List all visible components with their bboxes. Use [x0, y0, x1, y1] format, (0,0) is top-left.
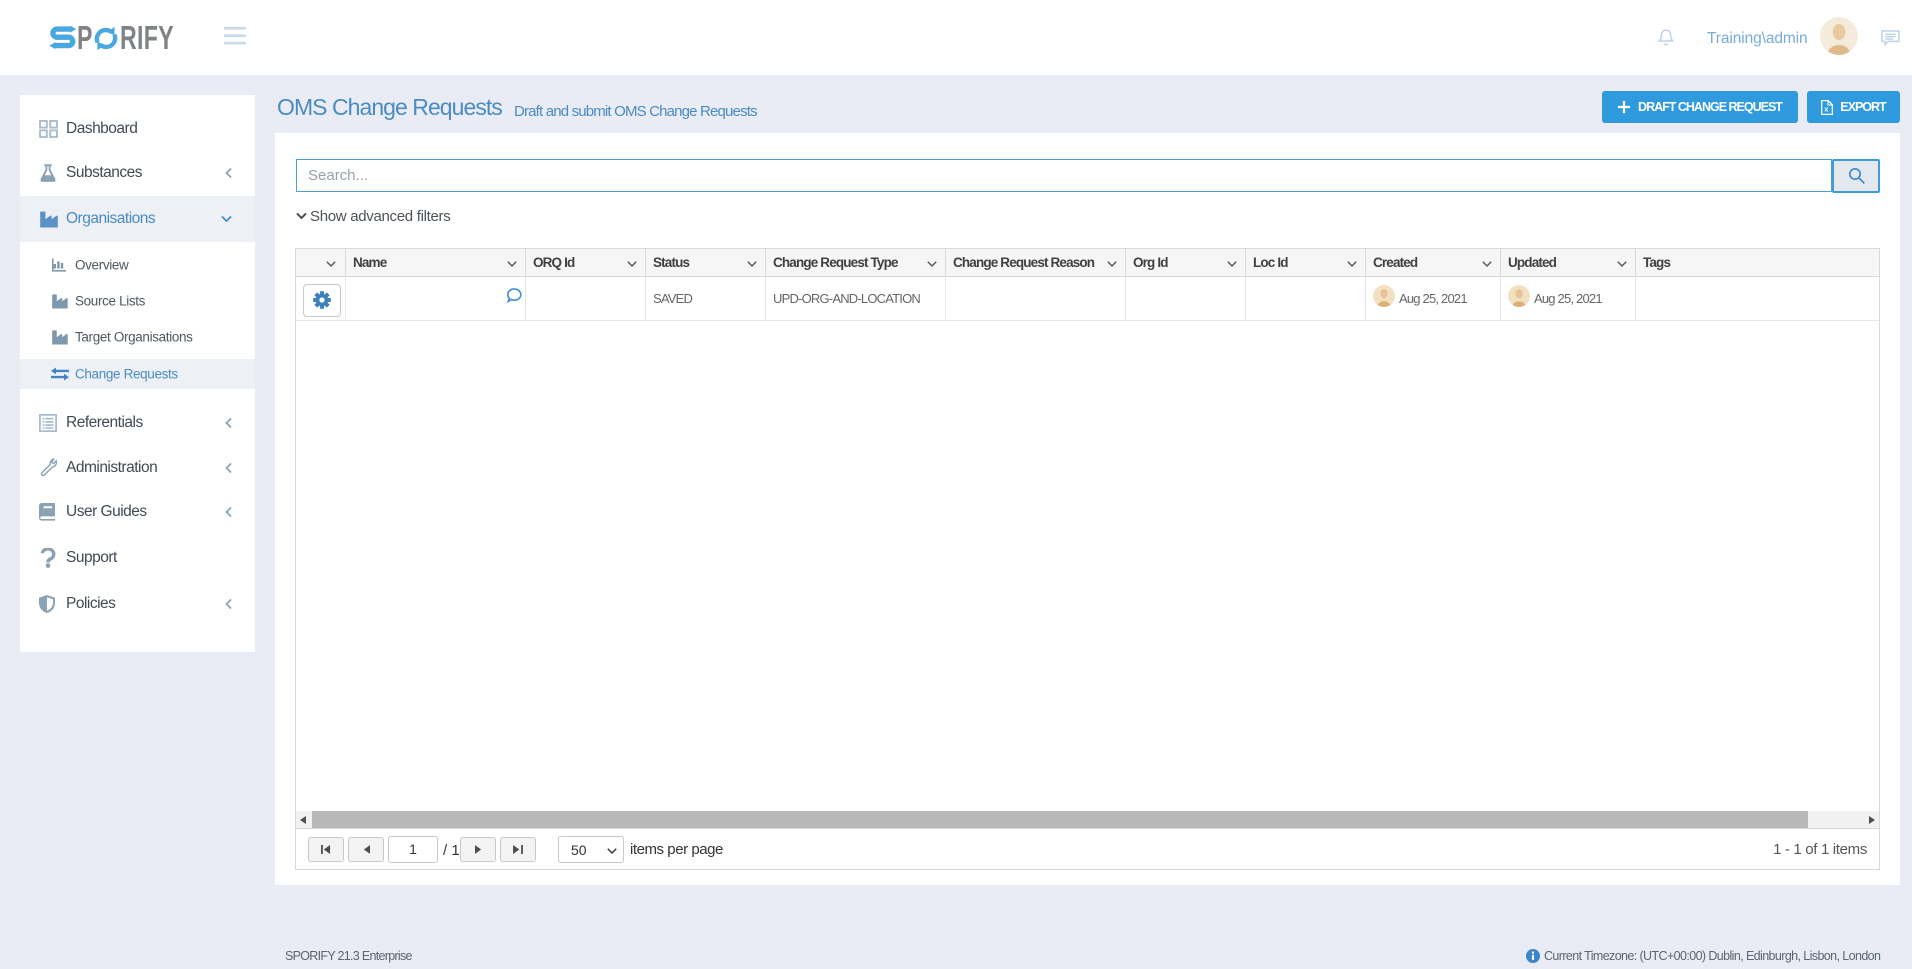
svg-text:x: x: [1824, 104, 1829, 113]
